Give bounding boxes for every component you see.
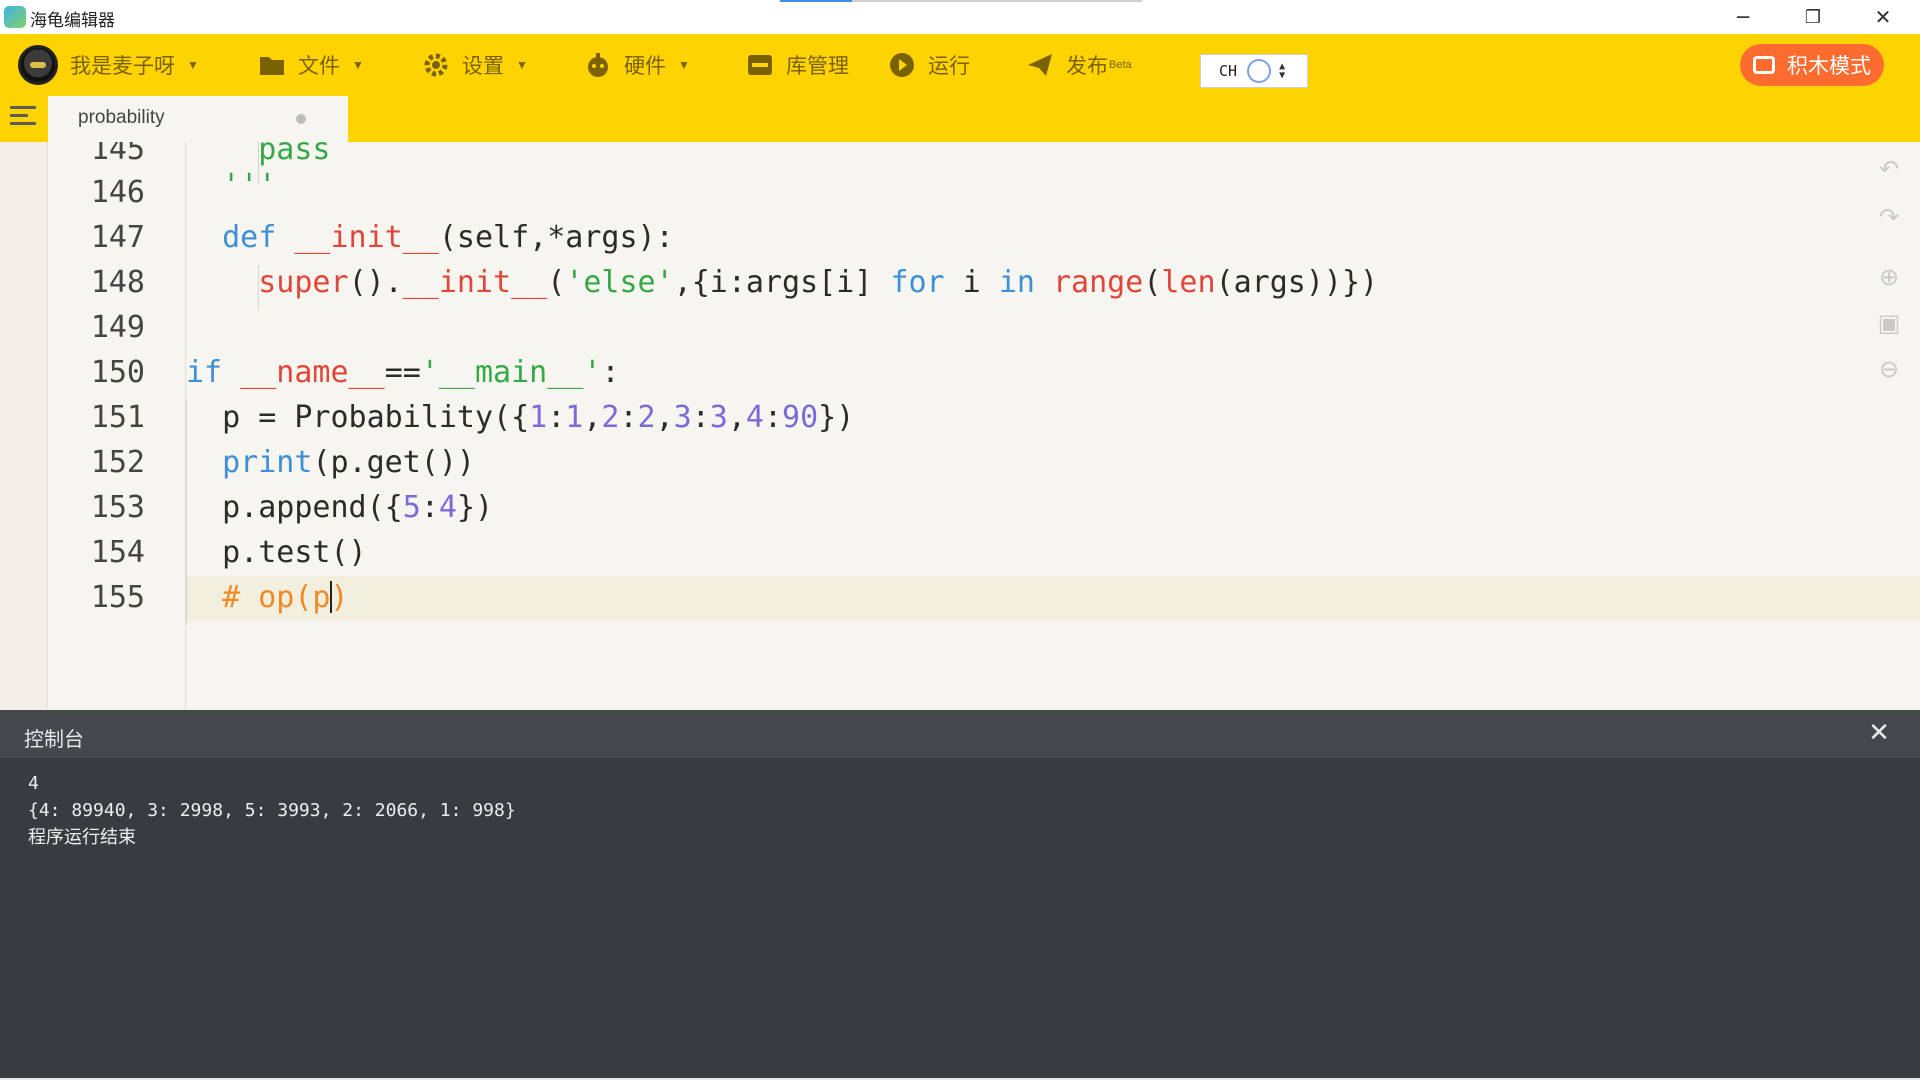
line-number: 153 (90, 490, 145, 525)
line-number: 149 (90, 310, 145, 345)
console-line: {4: 89940, 3: 2998, 5: 3993, 2: 2066, 1:… (28, 800, 516, 821)
hardware-menu[interactable]: 硬件 ▼ (584, 48, 690, 82)
folder-icon (260, 57, 284, 75)
app-logo-icon (4, 6, 26, 28)
editor-left-margin (0, 142, 48, 710)
beta-badge: Beta (1109, 59, 1132, 71)
code-line: if __name__=='__main__': (186, 355, 620, 390)
library-label: 库管理 (786, 55, 849, 78)
line-number: 150 (90, 355, 145, 390)
ime-toggle-icon: ▲ ▼ (1279, 61, 1286, 81)
publish-label: 发布 (1066, 55, 1108, 78)
ime-language: CH (1219, 62, 1238, 80)
line-number: 147 (90, 220, 145, 255)
code-line: print(p.get()) (222, 445, 475, 480)
undo-icon[interactable]: ↶ (1876, 156, 1902, 182)
chevron-down-icon: ▼ (187, 58, 199, 72)
title-divider-bar (852, 0, 1142, 2)
box-icon (748, 55, 772, 75)
code-line: p = Probability({1:1,2:2,3:3,4:90}) (186, 400, 855, 435)
user-menu[interactable]: 我是麦子呀 ▼ (18, 44, 199, 86)
play-circle-icon (890, 53, 914, 77)
fit-view-icon[interactable]: ▣ (1876, 310, 1902, 336)
line-number-gutter: 145 146 147 148 149 150 151 152 153 154 … (48, 142, 186, 710)
line-number: 154 (90, 535, 145, 570)
console-header: 控制台 ✕ (0, 710, 1920, 758)
library-button[interactable]: 库管理 (746, 48, 849, 82)
robot-icon (588, 53, 608, 77)
code-editor[interactable]: 145 146 147 148 149 150 151 152 153 154 … (0, 142, 1920, 710)
zoom-in-icon[interactable]: ⊕ (1876, 264, 1902, 290)
blocks-icon (1753, 56, 1775, 74)
tab-probability[interactable]: probability (48, 96, 348, 142)
minimize-button[interactable]: ─ (1714, 0, 1772, 34)
chevron-down-icon: ▼ (516, 58, 528, 72)
code-line: pass (258, 142, 331, 167)
blocks-mode-label: 积木模式 (1787, 55, 1871, 78)
console-line: 程序运行结束 (28, 827, 136, 848)
unsaved-dot-icon[interactable] (296, 114, 306, 124)
chevron-down-icon: ▼ (352, 58, 364, 72)
close-window-button[interactable]: ✕ (1854, 0, 1912, 34)
gear-icon (424, 53, 448, 77)
text-cursor (329, 581, 332, 613)
title-accent-bar (780, 0, 852, 2)
line-number: 148 (90, 265, 145, 300)
console-line: 4 (28, 773, 39, 794)
ime-indicator[interactable]: CH ▲ ▼ (1200, 54, 1308, 88)
file-menu[interactable]: 文件 ▼ (258, 48, 364, 82)
code-line: # op(p) (222, 580, 349, 615)
code-line: super().__init__('else',{i:args[i] for i… (258, 265, 1379, 300)
line-number: 146 (90, 175, 145, 210)
publish-button[interactable]: 发布 Beta (1026, 48, 1132, 82)
run-menu-button[interactable]: 运行 (888, 48, 970, 82)
run-menu-label: 运行 (928, 55, 970, 78)
redo-icon[interactable]: ↷ (1876, 204, 1902, 230)
paper-plane-icon (1028, 54, 1052, 76)
close-icon[interactable]: ✕ (1864, 718, 1894, 748)
settings-menu-label: 设置 (462, 55, 504, 78)
line-number: 151 (90, 400, 145, 435)
window-title: 海龟编辑器 (30, 11, 115, 31)
avatar (18, 45, 58, 85)
tab-bar: probability (0, 96, 1920, 142)
console-panel: 控制台 ✕ 4 {4: 89940, 3: 2998, 5: 3993, 2: … (0, 710, 1920, 1080)
chevron-down-icon: ▼ (678, 58, 690, 72)
zoom-out-icon[interactable]: ⊖ (1876, 356, 1902, 382)
code-area[interactable]: pass ''' def __init__(self,*args): super… (186, 142, 1860, 710)
restore-button[interactable]: ❐ (1784, 0, 1842, 34)
ime-logo-icon (1247, 59, 1272, 83)
code-line: ''' (222, 168, 277, 203)
title-bar: 海龟编辑器 ─ ❐ ✕ (0, 0, 1920, 34)
main-toolbar: 我是麦子呀 ▼ 文件 ▼ 设置 ▼ 硬件 ▼ 库管理 运行 发布 Beta (0, 34, 1920, 96)
settings-menu[interactable]: 设置 ▼ (422, 48, 528, 82)
line-number: 155 (90, 580, 145, 615)
console-output[interactable]: 4 {4: 89940, 3: 2998, 5: 3993, 2: 2066, … (28, 770, 516, 851)
code-line: def __init__(self,*args): (222, 220, 674, 255)
blocks-mode-button[interactable]: 积木模式 (1740, 44, 1884, 86)
line-number: 152 (90, 445, 145, 480)
tab-label: probability (78, 107, 165, 128)
hardware-menu-label: 硬件 (624, 55, 666, 78)
file-menu-label: 文件 (298, 55, 340, 78)
code-line: p.test() (186, 535, 367, 570)
line-number: 145 (90, 142, 145, 167)
code-line: p.append({5:4}) (186, 490, 494, 525)
console-title: 控制台 (24, 729, 84, 751)
menu-icon[interactable] (10, 106, 36, 130)
user-name: 我是麦子呀 (70, 55, 175, 78)
